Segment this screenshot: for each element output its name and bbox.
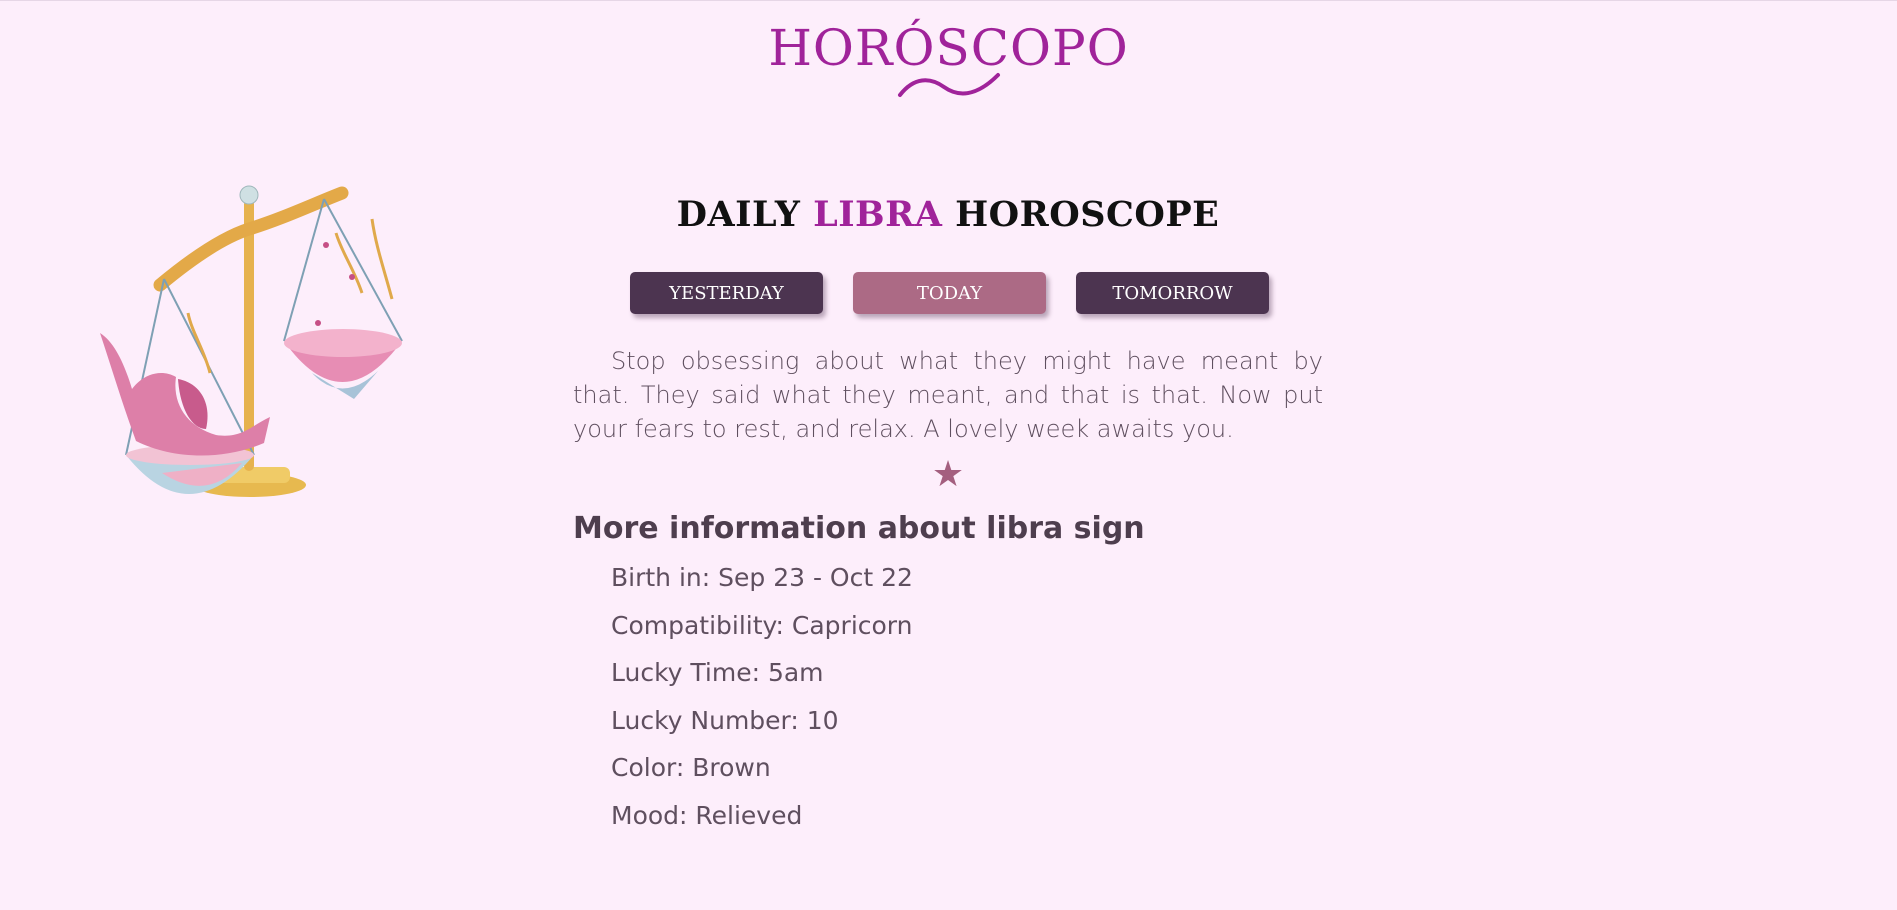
tab-today[interactable]: TODAY — [853, 272, 1046, 314]
info-color: Color: Brown — [611, 753, 771, 783]
page-title: DAILY LIBRA HOROSCOPE — [573, 194, 1323, 235]
logo-text: HORÓSCOPO — [768, 19, 1129, 77]
libra-scales-illustration — [100, 185, 403, 497]
title-sign: LIBRA — [813, 194, 943, 235]
tab-yesterday[interactable]: YESTERDAY — [630, 272, 823, 314]
horoscope-prediction: Stop obsessing about what they might hav… — [573, 347, 1323, 443]
info-birth: Birth in: Sep 23 - Oct 22 — [611, 563, 913, 592]
info-mood: Mood: Relieved — [611, 800, 803, 830]
title-suffix: HOROSCOPE — [942, 194, 1220, 235]
more-info-heading: More information about libra sign — [573, 511, 1145, 546]
star-icon: ★ — [931, 454, 965, 495]
sign-info-list: Birth in: Sep 23 - Oct 22 Compatibility:… — [611, 559, 913, 845]
info-compatibility: Compatibility: Capricorn — [611, 610, 913, 640]
tab-tomorrow[interactable]: TOMORROW — [1076, 272, 1269, 314]
site-logo[interactable]: HORÓSCOPO — [0, 23, 1897, 101]
day-tabs: YESTERDAY TODAY TOMORROW — [630, 272, 1269, 314]
info-lucky-number: Lucky Number: 10 — [611, 705, 839, 735]
info-lucky-time: Lucky Time: 5am — [611, 658, 824, 688]
title-prefix: DAILY — [676, 194, 814, 235]
